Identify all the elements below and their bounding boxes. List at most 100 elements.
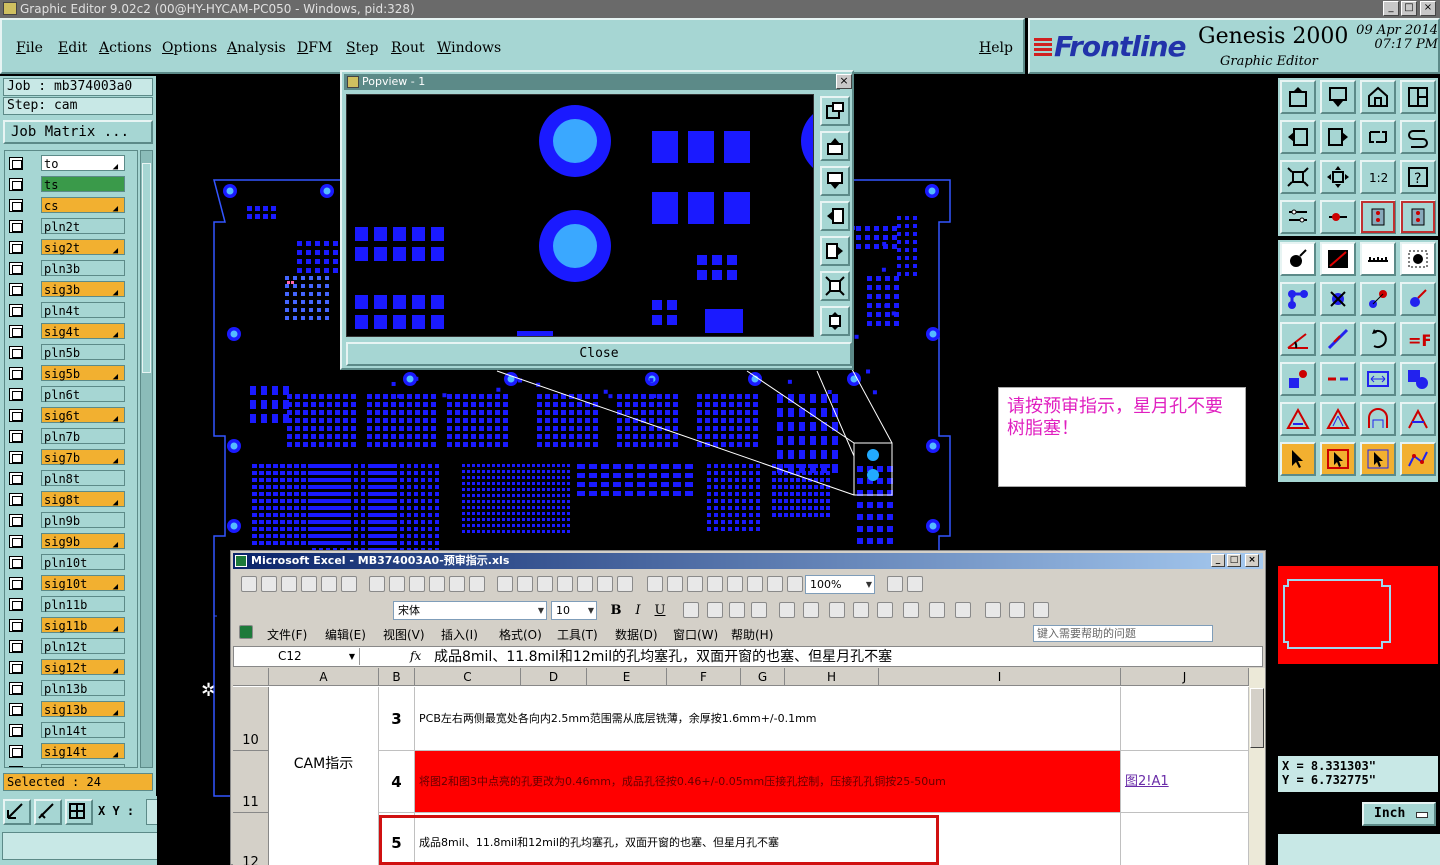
excel-toolbar-icon[interactable] xyxy=(667,576,683,592)
layer-name[interactable]: sig12t ◢ xyxy=(41,659,125,676)
layer-name[interactable]: pln10t xyxy=(41,554,125,570)
layer-row-sig10t[interactable]: sig10t ◢ xyxy=(7,575,137,592)
layer-name[interactable]: pln6t xyxy=(41,386,125,402)
link-cell[interactable] xyxy=(1121,813,1249,865)
layer-row-pln13b[interactable]: pln13b xyxy=(7,680,137,697)
text-tool-icon[interactable]: =F xyxy=(1400,322,1436,356)
copy-pad-icon[interactable] xyxy=(1400,282,1436,316)
layer-checkbox[interactable] xyxy=(9,472,23,485)
italic-icon[interactable]: I xyxy=(629,602,647,620)
layer-name[interactable]: sig8t ◢ xyxy=(41,491,125,508)
excel-format-icon[interactable] xyxy=(707,602,723,618)
layer-checkbox[interactable] xyxy=(9,283,23,296)
layer-checkbox[interactable] xyxy=(9,367,23,380)
layer-name[interactable]: pln14t xyxy=(41,722,125,738)
layer-checkbox[interactable] xyxy=(9,262,23,275)
slash-line-icon[interactable] xyxy=(1320,322,1356,356)
link-cell[interactable] xyxy=(1121,687,1249,751)
delete-pad-icon[interactable] xyxy=(1320,282,1356,316)
layer-name[interactable]: pln12t xyxy=(41,638,125,654)
layer-checkbox[interactable] xyxy=(9,640,23,653)
layer-row-sig9b[interactable]: sig9b ◢ xyxy=(7,533,137,550)
pad-to-line-icon[interactable] xyxy=(1280,362,1316,396)
minimize-button[interactable]: _ xyxy=(1383,1,1399,16)
popview-close-icon[interactable]: × xyxy=(836,74,852,89)
excel-toolbar-icon[interactable] xyxy=(281,576,297,592)
layer-checkbox[interactable] xyxy=(9,724,23,737)
layer-row-pln15b[interactable]: pln15b xyxy=(7,764,137,767)
excel-menu-view[interactable]: 视图(V) xyxy=(383,626,425,643)
excel-format-icon[interactable] xyxy=(877,602,893,618)
excel-format-icon[interactable] xyxy=(985,602,1001,618)
layer-row-pln3b[interactable]: pln3b xyxy=(7,260,137,277)
column-header[interactable]: I xyxy=(879,668,1121,686)
layer-row-sig11b[interactable]: sig11b ◢ xyxy=(7,617,137,634)
row-header[interactable]: 10 xyxy=(233,687,269,751)
layer-checkbox[interactable] xyxy=(9,682,23,695)
move-pad-icon[interactable] xyxy=(1360,282,1396,316)
pv-pan-up-icon[interactable] xyxy=(820,131,850,161)
excel-format-icon[interactable] xyxy=(803,602,819,618)
excel-toolbar-icon[interactable] xyxy=(389,576,405,592)
layer-name[interactable]: cs ◢ xyxy=(41,197,125,214)
help-icon[interactable]: ? xyxy=(1400,160,1436,194)
excel-toolbar-icon[interactable] xyxy=(517,576,533,592)
layer-row-sig14t[interactable]: sig14t ◢ xyxy=(7,743,137,760)
excel-toolbar-icon[interactable] xyxy=(767,576,783,592)
zoom-area-icon[interactable] xyxy=(1320,160,1356,194)
excel-toolbar-icon[interactable] xyxy=(301,576,317,592)
layer-name[interactable]: sig9b ◢ xyxy=(41,533,125,550)
column-header[interactable]: A xyxy=(269,668,379,686)
swap-icon[interactable] xyxy=(1360,120,1396,154)
layer-name[interactable]: pln9b xyxy=(41,512,125,528)
name-box[interactable]: C12 xyxy=(236,648,360,665)
excel-format-icon[interactable] xyxy=(853,602,869,618)
layer-row-sig4t[interactable]: sig4t ◢ xyxy=(7,323,137,340)
layer-checkbox[interactable] xyxy=(9,178,23,191)
help-search-input[interactable]: 键入需要帮助的问题 xyxy=(1033,625,1213,642)
menu-options[interactable]: Options xyxy=(162,40,217,56)
excel-toolbar-icon[interactable] xyxy=(449,576,465,592)
instruction-cell[interactable]: PCB左右两侧最宽处各向内2.5mm范围需从底层铣薄，余厚按1.6mm+/-0.… xyxy=(415,687,1121,751)
menu-rout[interactable]: Rout xyxy=(391,40,425,56)
excel-toolbar-icon[interactable] xyxy=(747,576,763,592)
menu-analysis[interactable]: Analysis xyxy=(227,40,286,56)
window-split-icon[interactable] xyxy=(1400,80,1436,114)
excel-toolbar-icon[interactable] xyxy=(469,576,485,592)
layer-checkbox[interactable] xyxy=(9,598,23,611)
layer-checkbox[interactable] xyxy=(9,703,23,716)
redraw-icon[interactable] xyxy=(1400,120,1436,154)
column-header[interactable]: E xyxy=(587,668,667,686)
add-pad-icon[interactable] xyxy=(1280,242,1316,276)
layer-checkbox[interactable] xyxy=(9,535,23,548)
probe-icon[interactable] xyxy=(1320,200,1356,234)
excel-menu-window[interactable]: 窗口(W) xyxy=(673,626,718,643)
layer-name[interactable]: pln5b xyxy=(41,344,125,360)
layer-name[interactable]: pln4t xyxy=(41,302,125,318)
excel-menu-tools[interactable]: 工具(T) xyxy=(557,626,598,643)
layer-row-sig7b[interactable]: sig7b ◢ xyxy=(7,449,137,466)
layer-row-sig3b[interactable]: sig3b ◢ xyxy=(7,281,137,298)
layer-checkbox[interactable] xyxy=(9,577,23,590)
layer-name[interactable]: sig10t ◢ xyxy=(41,575,125,592)
layer-checkbox[interactable] xyxy=(9,346,23,359)
row-header[interactable]: 11 xyxy=(233,751,269,813)
layer-row-cs[interactable]: cs ◢ xyxy=(7,197,137,214)
link-cell[interactable]: 图2!A1 xyxy=(1121,751,1249,813)
layer-row-sig6t[interactable]: sig6t ◢ xyxy=(7,407,137,424)
add-line-icon[interactable] xyxy=(1320,242,1356,276)
layer-name[interactable]: sig5b ◢ xyxy=(41,365,125,382)
excel-format-icon[interactable] xyxy=(779,602,795,618)
layer-row-pln9b[interactable]: pln9b xyxy=(7,512,137,529)
layer-name[interactable]: pln3b xyxy=(41,260,125,276)
home-view-icon[interactable] xyxy=(1360,80,1396,114)
layer-name[interactable]: sig11b ◢ xyxy=(41,617,125,634)
excel-menu-help[interactable]: 帮助(H) xyxy=(731,626,773,643)
excel-maximize-button[interactable]: □ xyxy=(1227,554,1241,567)
excel-format-icon[interactable] xyxy=(1009,602,1025,618)
excel-toolbar-icon[interactable] xyxy=(409,576,425,592)
layer-checkbox[interactable] xyxy=(9,220,23,233)
excel-scroll-thumb[interactable] xyxy=(1250,688,1264,748)
pv-zoom-icon[interactable] xyxy=(820,306,850,336)
excel-minimize-button[interactable]: _ xyxy=(1211,554,1225,567)
